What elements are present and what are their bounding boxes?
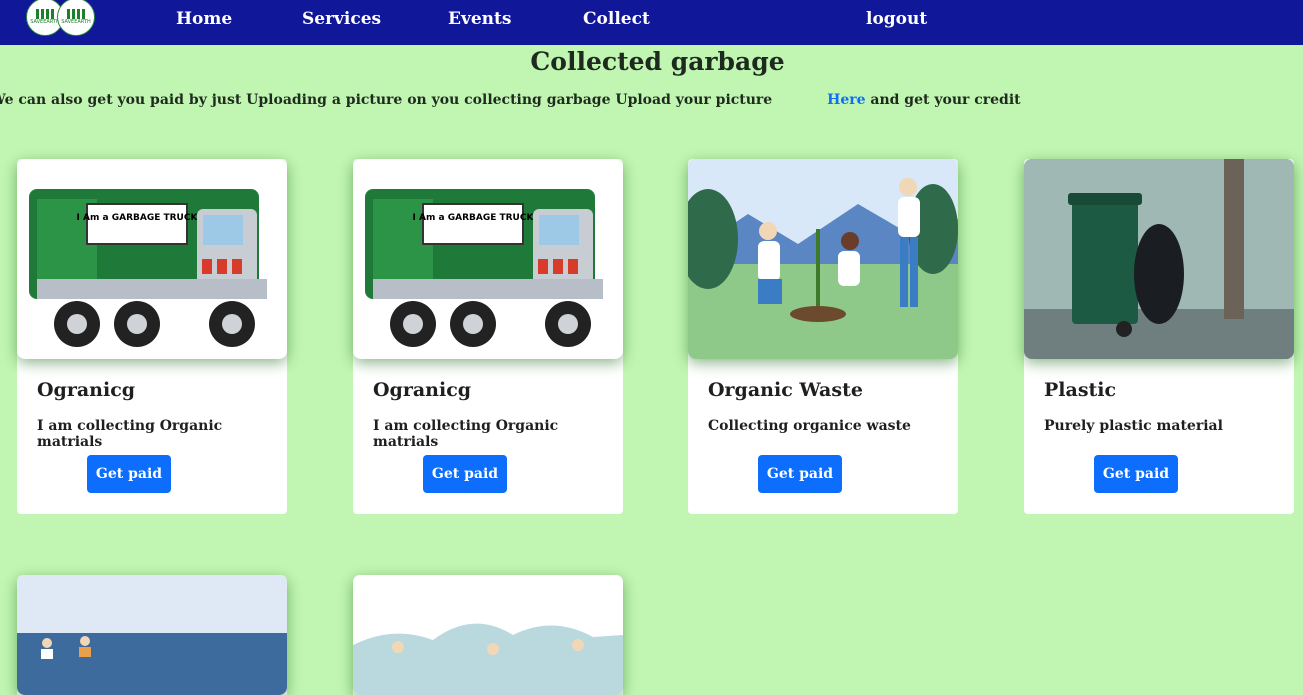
card-description: I am collecting Organic matrials — [373, 418, 559, 450]
garbage-truck-image: I Am a GARBAGE TRUCK — [17, 159, 287, 359]
garbage-card: Organic Waste Collecting organice waste … — [688, 159, 958, 514]
nav-events-link[interactable]: Events — [448, 9, 511, 29]
get-paid-button[interactable]: Get paid — [423, 455, 507, 493]
beach-cleanup-image — [17, 575, 287, 695]
garbage-card: I Am a GARBAGE TRUCK Ogranicg I am colle… — [353, 159, 623, 514]
garbage-card: I Am a GARBAGE TRUCK Ogranicg I am colle… — [17, 159, 287, 514]
nav-logout-link[interactable]: logout — [866, 9, 927, 29]
garbage-card: Plastic Purely plastic material Get paid — [1024, 159, 1294, 514]
svg-text:I Am a GARBAGE TRUCK: I Am a GARBAGE TRUCK — [413, 213, 535, 223]
card-description: Collecting organice waste — [708, 418, 911, 434]
intro-message: We can also get you paid by just Uploadi… — [0, 92, 773, 108]
page-title: Collected garbage — [530, 47, 785, 76]
intro-text: We can also get you paid by just Uploadi… — [0, 92, 1021, 108]
nav-collect-link[interactable]: Collect — [583, 9, 650, 29]
nav-services-link[interactable]: Services — [302, 9, 381, 29]
volunteers-planting-image — [688, 159, 958, 359]
intro-suffix: and get your credit — [870, 92, 1021, 108]
get-paid-button[interactable]: Get paid — [1094, 455, 1178, 493]
card-title: Ogranicg — [373, 379, 472, 401]
get-paid-button[interactable]: Get paid — [758, 455, 842, 493]
card-description: I am collecting Organic matrials — [37, 418, 223, 450]
park-cleanup-image — [353, 575, 623, 695]
logo-icon[interactable]: SAVEEARTH — [57, 0, 95, 36]
get-paid-button[interactable]: Get paid — [87, 455, 171, 493]
card-title: Organic Waste — [708, 379, 863, 401]
svg-text:I Am a GARBAGE TRUCK: I Am a GARBAGE TRUCK — [77, 213, 199, 223]
garbage-card — [17, 575, 287, 695]
card-description: Purely plastic material — [1044, 418, 1223, 434]
card-title: Ogranicg — [37, 379, 136, 401]
bins-image — [1024, 159, 1294, 359]
garbage-truck-image: I Am a GARBAGE TRUCK — [353, 159, 623, 359]
card-title: Plastic — [1044, 379, 1117, 401]
top-navbar: SAVEEARTH SAVEEARTH Home Services Events… — [0, 0, 1303, 45]
nav-home-link[interactable]: Home — [176, 9, 232, 29]
garbage-card — [353, 575, 623, 695]
upload-here-link[interactable]: Here — [827, 92, 865, 108]
